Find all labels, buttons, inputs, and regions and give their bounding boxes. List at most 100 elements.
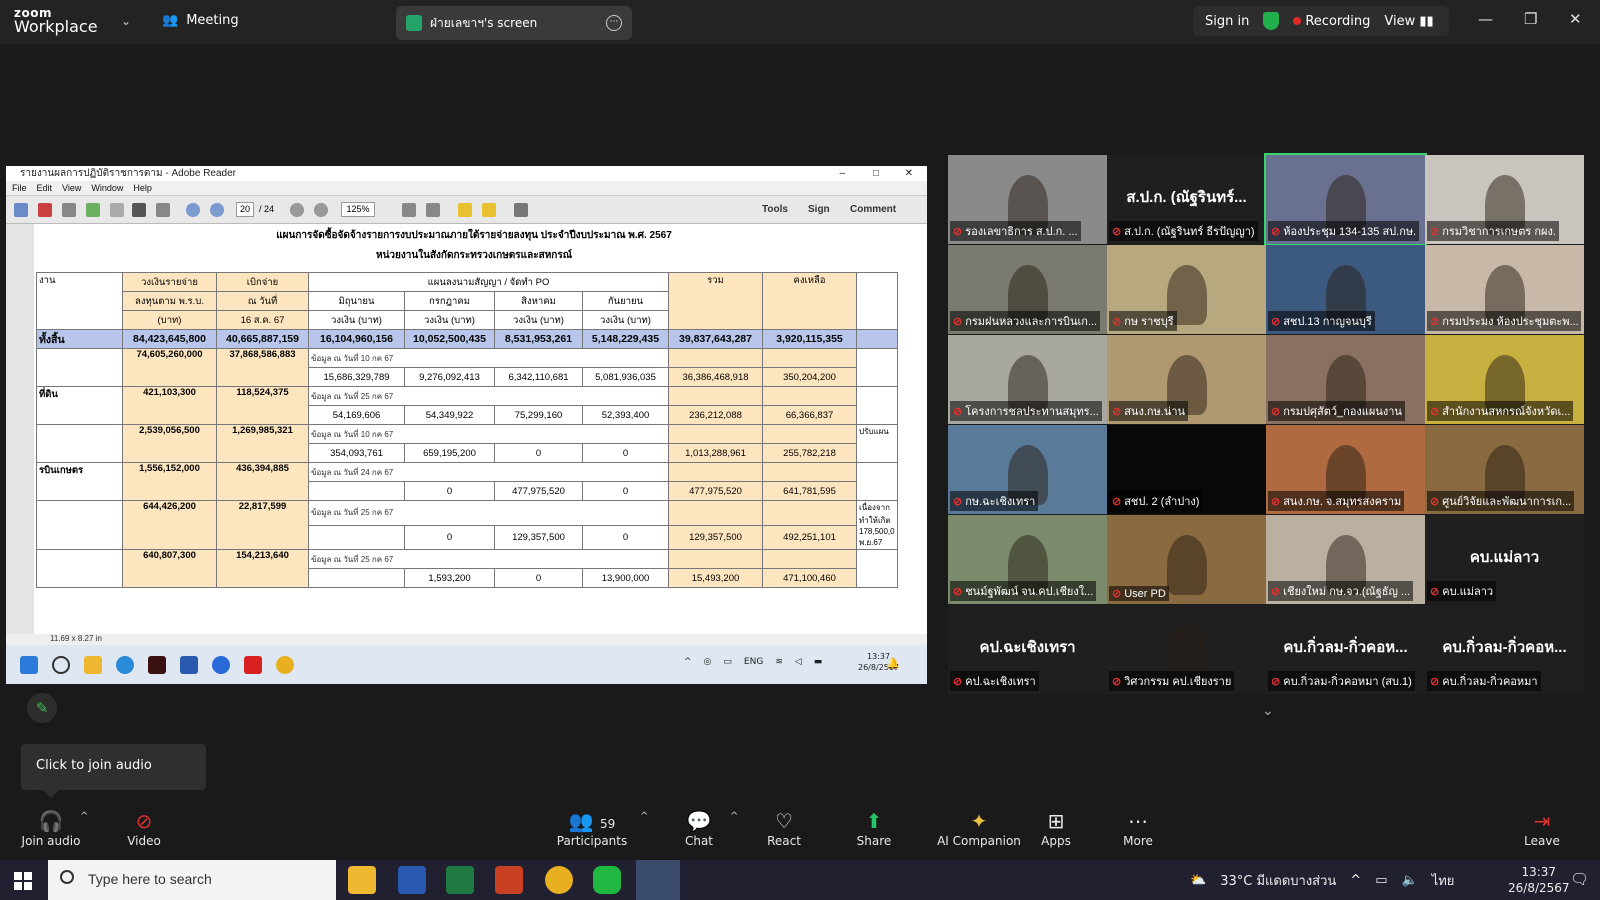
volume-icon[interactable]: ◁ [795, 657, 802, 667]
chevron-down-icon[interactable]: ⌄ [121, 14, 131, 28]
edge-icon[interactable] [116, 655, 134, 674]
save-icon[interactable] [110, 203, 124, 217]
menu-file[interactable]: File [12, 181, 27, 195]
sign-in-button[interactable]: Sign in [1205, 14, 1249, 29]
chat-caret-icon[interactable]: ^ [730, 811, 738, 822]
video-tile[interactable]: ⊘ สำนักงานสหกรณ์จังหวัดเ... [1425, 335, 1584, 424]
menu-window[interactable]: Window [91, 181, 123, 195]
video-tile[interactable]: ⊘ กรมปศุสัตว์_กองแผนงาน [1266, 335, 1425, 424]
video-tile[interactable]: คป.ฉะเชิงเทรา ⊘ คป.ฉะเชิงเทรา [948, 605, 1107, 694]
video-tile[interactable]: ⊘ กรมวิชาการเกษตร กผง. [1425, 155, 1584, 244]
video-tile[interactable]: ⊘ กษ.ฉะเชิงเทรา [948, 425, 1107, 514]
gallery-next-chevron-icon[interactable]: ⌄ [1262, 703, 1274, 719]
powerpoint-icon[interactable] [495, 866, 523, 894]
video-tile[interactable]: ⊘ ห้องประชุม 134-135 สป.กษ. [1264, 153, 1427, 246]
up-arrow-icon[interactable]: ^ [684, 657, 692, 667]
video-tile[interactable]: ⊘ วิศวกรรม คป.เชียงราย [1107, 605, 1266, 694]
video-tile[interactable]: ⊘ สชป. 2 (ลำปาง) [1107, 425, 1266, 514]
taskbar-clock[interactable]: 13:37 26/8/2567 [1508, 864, 1570, 896]
more-options-icon[interactable]: ··· [606, 15, 622, 31]
display-icon[interactable]: ▭ [723, 657, 732, 667]
language-indicator[interactable]: ENG [744, 657, 763, 667]
windows-start-icon[interactable] [14, 872, 32, 890]
video-tile[interactable]: ⊘ รองเลขาธิการ ส.ป.ก. ... [948, 155, 1107, 244]
volume-icon[interactable]: 🔈 [1402, 873, 1418, 888]
view-button[interactable]: View ▮▮ [1384, 14, 1433, 29]
excel-icon[interactable] [446, 866, 474, 894]
security-shield-icon[interactable] [1263, 12, 1280, 30]
more-button[interactable]: ⋯ More [1093, 808, 1183, 848]
open-icon[interactable] [38, 203, 52, 217]
illustrator-icon[interactable] [148, 655, 166, 674]
annotate-pen-icon[interactable]: ✎ [27, 693, 57, 723]
create-pdf-icon[interactable] [14, 203, 28, 217]
weather-icon[interactable]: ⛅ [1190, 873, 1206, 888]
video-tile[interactable]: ⊘ กษ ราชบุรี [1107, 245, 1266, 334]
page-up-icon[interactable] [186, 203, 200, 217]
apps-button[interactable]: ⊞ Apps [1011, 808, 1101, 848]
line-icon[interactable] [593, 866, 621, 894]
close-icon[interactable]: ✕ [1569, 10, 1582, 28]
page-down-icon[interactable] [210, 203, 224, 217]
tools-tab[interactable]: Tools [762, 204, 788, 215]
fit-width-icon[interactable] [426, 203, 440, 217]
menu-edit[interactable]: Edit [37, 181, 53, 195]
video-tile[interactable]: ⊘ User PD [1107, 515, 1266, 604]
participants-caret-icon[interactable]: ^ [640, 811, 648, 822]
windows-start-icon[interactable] [20, 655, 38, 674]
leave-button[interactable]: ⇥ Leave [1507, 808, 1577, 848]
sign-tab[interactable]: Sign [808, 204, 830, 215]
video-tile[interactable]: ⊘ กรมประมง ห้องประชุมตะพ... [1425, 245, 1584, 334]
video-tile[interactable]: ส.ป.ก. (ณัฐรินทร์... ⊘ ส.ป.ก. (ณัฐรินทร์ ธ… [1107, 155, 1266, 244]
expand-icon[interactable] [514, 203, 528, 217]
video-tile[interactable]: ⊘ ศูนย์วิจัยและพัฒนาการเก... [1425, 425, 1584, 514]
video-tile[interactable]: คบ.แม่ลาว ⊘ คบ.แม่ลาว [1425, 515, 1584, 604]
reader-close-icon[interactable]: ✕ [905, 166, 913, 181]
edit-icon[interactable] [62, 203, 76, 217]
recording-indicator[interactable]: Recording [1293, 14, 1370, 29]
video-tile[interactable]: ⊘ สนง.กษ. จ.สมุทรสงคราม [1266, 425, 1425, 514]
comment-tab[interactable]: Comment [850, 204, 896, 215]
folder-icon[interactable] [84, 655, 102, 674]
chrome-icon[interactable] [276, 655, 294, 674]
taskbar-search-box[interactable]: Type here to search [48, 860, 336, 900]
notifications-icon[interactable]: 🗨 [1570, 870, 1589, 888]
restore-icon[interactable]: ❐ [1524, 10, 1537, 28]
participants-button[interactable]: 👥 59 Participants [547, 808, 637, 848]
page-number-input[interactable]: 20 [236, 202, 254, 217]
video-tile[interactable]: ⊘ สนง.กษ.น่าน [1107, 335, 1266, 424]
video-tile[interactable]: ⊘ โครงการชลประทานสมุทร... [948, 335, 1107, 424]
zoom-in-icon[interactable] [314, 203, 328, 217]
video-button[interactable]: ⊘ Video [99, 808, 189, 848]
comment-note-icon[interactable] [458, 203, 472, 217]
video-tile[interactable]: ⊘ สชป.13 กาญจนบุรี [1266, 245, 1425, 334]
zoom-taskbar-icon[interactable] [636, 860, 680, 900]
weather-text[interactable]: 33°C มีแดดบางส่วน [1220, 870, 1336, 891]
share-screen-pill[interactable]: ฝ่ายเลขาฯ's screen ··· [396, 6, 632, 40]
menu-help[interactable]: Help [133, 181, 152, 195]
battery-icon[interactable]: ▬ [814, 657, 823, 667]
wifi-icon[interactable]: ≋ [775, 657, 783, 667]
zoom-app-icon[interactable] [212, 655, 230, 674]
mail-icon[interactable] [156, 203, 170, 217]
reader-maximize-icon[interactable]: □ [873, 166, 879, 181]
reader-minimize-icon[interactable]: – [839, 166, 845, 181]
menu-view[interactable]: View [62, 181, 81, 195]
video-tile[interactable]: ⊘ ชนม์ฐพัฒน์ จน.คป.เชียงใ... [948, 515, 1107, 604]
video-tile[interactable]: ⊘ เชียงใหม่ กษ.จว.(ณัฐธัญ ... [1266, 515, 1425, 604]
network-icon[interactable]: ◎ [704, 657, 712, 667]
audio-options-caret-icon[interactable]: ^ [80, 811, 88, 822]
language-indicator[interactable]: ไทย [1432, 870, 1455, 891]
notification-bell-icon[interactable]: 🔔 [886, 657, 900, 670]
acrobat-icon[interactable] [244, 655, 262, 674]
share-button[interactable]: ⬆ Share [829, 808, 919, 848]
meeting-menu[interactable]: 👥 Meeting [162, 13, 239, 28]
chrome-icon[interactable] [545, 866, 573, 894]
react-button[interactable]: ♡ React [739, 808, 829, 848]
word-icon[interactable] [398, 866, 426, 894]
video-tile[interactable]: คบ.กิ่วลม-กิ่วคอห... ⊘ คบ.กิ่วลม-กิ่วคอหมา [1425, 605, 1584, 694]
word-icon[interactable] [180, 655, 198, 674]
file-explorer-icon[interactable] [348, 866, 376, 894]
zoom-out-icon[interactable] [290, 203, 304, 217]
video-tile[interactable]: ⊘ กรมฝนหลวงและการบินเก... [948, 245, 1107, 334]
